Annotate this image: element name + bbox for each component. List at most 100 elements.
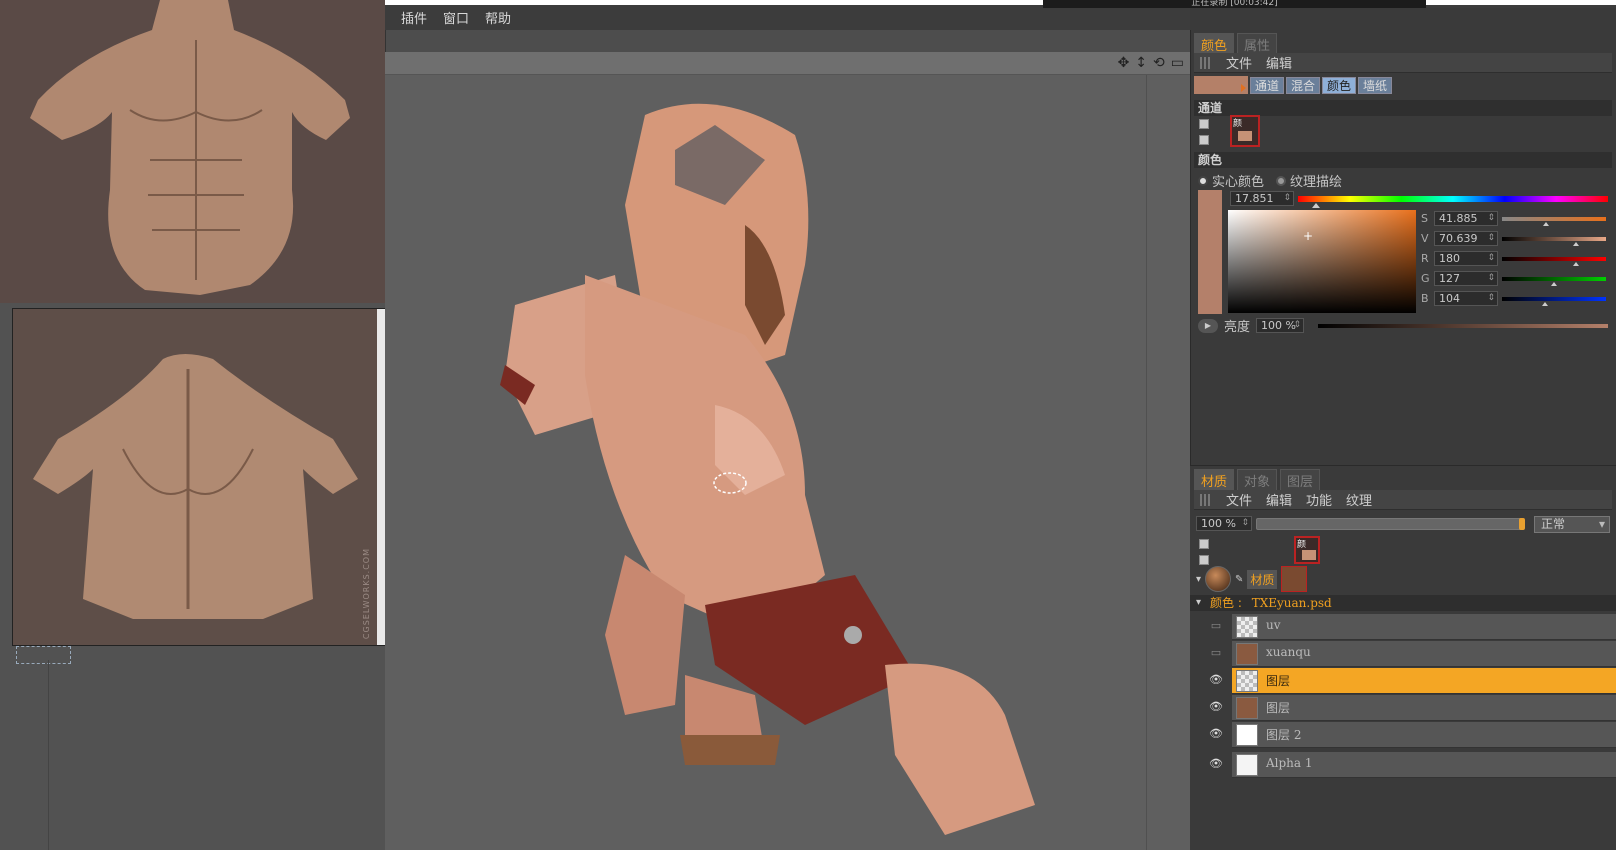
mode-color[interactable]: 颜色 bbox=[1322, 76, 1357, 94]
move-icon[interactable]: ✥ bbox=[1118, 55, 1130, 71]
opacity-slider[interactable] bbox=[1256, 518, 1525, 530]
layer-icon[interactable] bbox=[1199, 555, 1209, 565]
slider-track-v[interactable] bbox=[1502, 237, 1606, 241]
expand-icon[interactable]: ▾ bbox=[1196, 595, 1201, 611]
menu-edit[interactable]: 编辑 bbox=[1266, 53, 1292, 72]
slider-track-b[interactable] bbox=[1502, 297, 1606, 301]
menu-help[interactable]: 帮助 bbox=[485, 8, 511, 27]
opacity-row: 100 % 正常 bbox=[1194, 516, 1612, 534]
opacity-field[interactable]: 100 % bbox=[1196, 516, 1252, 531]
maximize-icon[interactable]: ▭ bbox=[1171, 55, 1184, 71]
menu-window[interactable]: 窗口 bbox=[443, 8, 469, 27]
tab-object[interactable]: 对象 bbox=[1237, 469, 1278, 492]
layer-thumbnail bbox=[1236, 724, 1258, 746]
layer-row[interactable]: 👁 图层 2 bbox=[1209, 722, 1616, 748]
eye-icon[interactable]: 👁 bbox=[1208, 673, 1224, 686]
picker-crosshair[interactable]: + bbox=[1303, 229, 1313, 243]
material-channel-thumb[interactable]: 颜 bbox=[1294, 536, 1320, 564]
layer-name: 图层 2 bbox=[1266, 728, 1302, 742]
channel-thumb-label: 颜 bbox=[1233, 119, 1243, 129]
hue-handle[interactable] bbox=[1312, 203, 1320, 208]
tab-material[interactable]: 材质 bbox=[1194, 469, 1235, 492]
mode-channel[interactable]: 通道 bbox=[1250, 76, 1285, 94]
grip-icon[interactable] bbox=[1200, 56, 1212, 69]
rotate-icon[interactable]: ⟲ bbox=[1153, 55, 1165, 71]
mode-blend[interactable]: 混合 bbox=[1286, 76, 1321, 94]
menu-file[interactable]: 文件 bbox=[1226, 53, 1252, 72]
slider-field-g[interactable]: 127 bbox=[1434, 271, 1498, 286]
eye-icon[interactable]: ▭ bbox=[1208, 619, 1224, 632]
slider-label-s: S bbox=[1421, 212, 1428, 225]
character-model bbox=[500, 103, 1035, 835]
tab-layer[interactable]: 图层 bbox=[1280, 469, 1321, 492]
slider-track-r[interactable] bbox=[1502, 257, 1606, 261]
channel-section-title: 通道 bbox=[1194, 100, 1612, 116]
radio-texture-paint[interactable]: 纹理描绘 bbox=[1276, 171, 1342, 190]
layer-thumbnail bbox=[1236, 670, 1258, 692]
watermark: CGSELWORKS.COM bbox=[362, 547, 371, 639]
slider-field-v[interactable]: 70.639 bbox=[1434, 231, 1498, 246]
layer-row[interactable]: 👁 图层 bbox=[1209, 695, 1616, 721]
slider-label-v: V bbox=[1421, 232, 1429, 245]
eye-icon[interactable]: ▭ bbox=[1208, 646, 1224, 659]
brightness-label: 亮度 bbox=[1224, 320, 1251, 335]
slider-track-s[interactable] bbox=[1502, 217, 1606, 221]
slider-field-b[interactable]: 104 bbox=[1434, 291, 1498, 306]
menu-plugins[interactable]: 插件 bbox=[401, 8, 427, 27]
channel-thumbnail[interactable]: 颜 bbox=[1230, 115, 1260, 147]
material-panel-menu: 文件 编辑 功能 纹理 bbox=[1194, 490, 1612, 510]
menu-file[interactable]: 文件 bbox=[1226, 490, 1252, 509]
viewport-divider bbox=[1146, 75, 1147, 850]
expand-icon[interactable]: ▾ bbox=[1196, 574, 1201, 585]
menu-texture[interactable]: 纹理 bbox=[1346, 490, 1372, 509]
layer-name: xuanqu bbox=[1266, 645, 1311, 659]
texture-file-name: TXEyuan.psd bbox=[1251, 596, 1332, 610]
slider-field-r[interactable]: 180 bbox=[1434, 251, 1498, 266]
layer-row[interactable]: ▭ xuanqu bbox=[1211, 641, 1616, 667]
menu-edit[interactable]: 编辑 bbox=[1266, 490, 1292, 509]
material-ball[interactable] bbox=[1205, 566, 1232, 592]
radio-solid-color[interactable]: 实心颜色 bbox=[1198, 171, 1264, 190]
color-file-row[interactable]: ▾ 颜色 : TXEyuan.psd bbox=[1190, 595, 1616, 611]
brightness-field[interactable]: 100 % bbox=[1256, 318, 1305, 333]
slider-label-r: R bbox=[1421, 252, 1429, 265]
eye-icon[interactable]: 👁 bbox=[1208, 700, 1224, 713]
layer-icon[interactable] bbox=[1199, 539, 1209, 549]
mode-wallpaper[interactable]: 墙纸 bbox=[1358, 76, 1393, 94]
layer-icon[interactable] bbox=[1199, 119, 1209, 129]
slider-label-g: G bbox=[1421, 272, 1430, 285]
play-icon[interactable]: ▶ bbox=[1198, 318, 1218, 333]
zoom-icon[interactable]: ↕ bbox=[1135, 55, 1147, 71]
slider-track-g[interactable] bbox=[1502, 277, 1606, 281]
current-color-swatch[interactable] bbox=[1194, 76, 1248, 94]
layer-row[interactable]: 👁 Alpha 1 bbox=[1209, 752, 1616, 778]
layer-icon[interactable] bbox=[1199, 135, 1209, 145]
saturation-value-square[interactable] bbox=[1228, 210, 1416, 313]
blend-mode-select[interactable]: 正常 bbox=[1534, 516, 1610, 533]
slider-field-s[interactable]: 41.885 bbox=[1434, 211, 1498, 226]
slider-handle-r[interactable] bbox=[1572, 262, 1579, 266]
hue-field[interactable]: 17.851 bbox=[1230, 191, 1294, 206]
color-section-title: 颜色 bbox=[1194, 152, 1612, 168]
slider-handle-v[interactable] bbox=[1572, 242, 1579, 246]
slider-handle-b[interactable] bbox=[1541, 302, 1548, 306]
layer-row[interactable]: ▭ uv bbox=[1211, 614, 1616, 640]
menu-function[interactable]: 功能 bbox=[1306, 490, 1332, 509]
color-preview-bar bbox=[1198, 190, 1222, 314]
eye-icon[interactable]: 👁 bbox=[1208, 757, 1224, 770]
material-row[interactable]: ▾ ✎ 材质 bbox=[1196, 566, 1308, 592]
reference-image-back: CGSELWORKS.COM bbox=[12, 308, 398, 646]
material-texture-thumb[interactable] bbox=[1281, 566, 1308, 592]
eye-icon[interactable]: 👁 bbox=[1208, 727, 1224, 740]
hue-slider[interactable] bbox=[1298, 196, 1608, 202]
layer-row[interactable]: 👁 图层 bbox=[1209, 668, 1616, 694]
grip-icon[interactable] bbox=[1200, 493, 1212, 506]
slider-handle-g[interactable] bbox=[1551, 282, 1557, 286]
brightness-slider[interactable] bbox=[1318, 324, 1608, 328]
selection-marquee bbox=[16, 646, 71, 664]
panel-header-strip bbox=[1190, 8, 1616, 30]
reference-image-front bbox=[0, 0, 386, 303]
layer-thumbnail bbox=[1236, 697, 1258, 719]
material-tag[interactable]: 材质 bbox=[1247, 569, 1278, 589]
slider-handle-s[interactable] bbox=[1542, 222, 1549, 226]
